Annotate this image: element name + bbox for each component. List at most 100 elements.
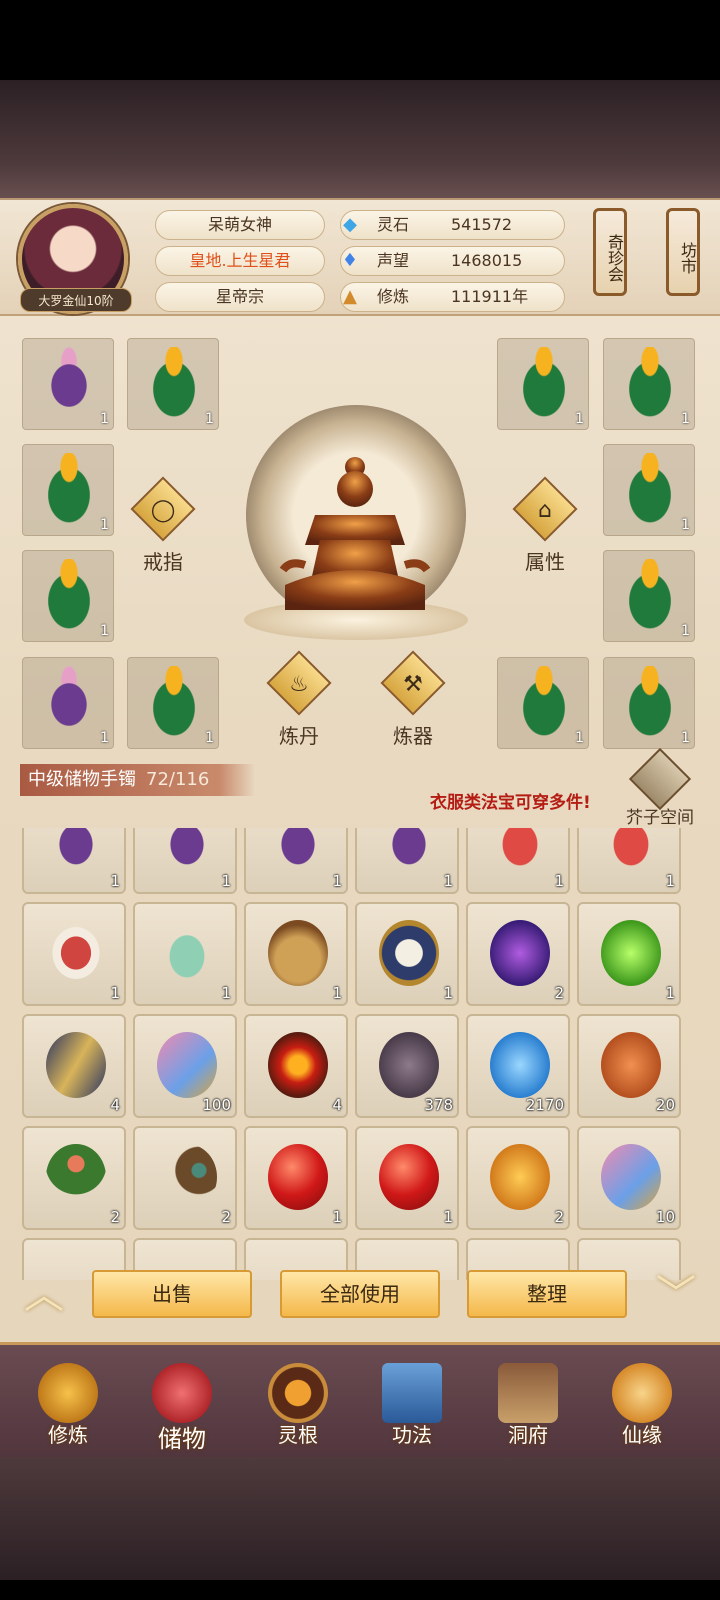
top-frame: [0, 80, 720, 200]
item-slot[interactable]: 2170: [466, 1014, 570, 1118]
item-slot[interactable]: 378: [355, 1014, 459, 1118]
nav-cultivate[interactable]: 修炼: [18, 1357, 118, 1457]
sort-button[interactable]: 整理: [467, 1270, 627, 1318]
equip-slot[interactable]: 1: [22, 550, 114, 642]
item-slot[interactable]: 2: [466, 1126, 570, 1230]
item-slot[interactable]: 1: [244, 902, 348, 1006]
item-slot[interactable]: 1: [22, 902, 126, 1006]
item-slot[interactable]: 10: [577, 1126, 681, 1230]
scroll-icon: [601, 1144, 661, 1210]
item-slot[interactable]: 20: [577, 1014, 681, 1118]
equip-slot[interactable]: 1: [22, 338, 114, 430]
gold-nugget-icon: [490, 1144, 550, 1210]
item-slot[interactable]: 1: [466, 828, 570, 894]
robe-icon: [618, 347, 682, 417]
equip-slot[interactable]: 1: [127, 657, 219, 749]
nav-destiny[interactable]: 仙缘: [592, 1357, 692, 1457]
item-slot[interactable]: 4: [244, 1014, 348, 1118]
spirit-root-icon: [268, 1363, 328, 1423]
robe-icon: [512, 347, 576, 417]
scroll-up-arrow-icon[interactable]: ︿: [14, 1270, 74, 1320]
item-slot[interactable]: 2: [22, 1126, 126, 1230]
robe-icon: [618, 559, 682, 629]
nav-manual[interactable]: 功法: [362, 1357, 462, 1457]
blue-crystal-icon: [490, 1032, 550, 1098]
anvil-icon: ⚒: [403, 672, 423, 697]
item-slot[interactable]: 4: [22, 1014, 126, 1118]
equip-slot[interactable]: 1: [22, 444, 114, 536]
item-slot[interactable]: 1: [244, 828, 348, 894]
use-all-button[interactable]: 全部使用: [280, 1270, 440, 1318]
equip-slot[interactable]: 1: [603, 657, 695, 749]
player-sect[interactable]: 星帝宗: [155, 282, 325, 312]
pouch-icon: [268, 920, 328, 986]
chest-icon: [628, 747, 692, 811]
ring-slot-button[interactable]: ◯ 戒指: [130, 476, 196, 574]
spirit-stone-icon: ◆: [343, 214, 357, 235]
gourd-icon: [612, 1363, 672, 1423]
item-slot[interactable]: 2: [466, 902, 570, 1006]
robe-icon: [46, 828, 106, 874]
item-slot[interactable]: 1: [355, 828, 459, 894]
equip-slot[interactable]: 1: [497, 338, 589, 430]
robe-icon: [37, 559, 101, 629]
equip-slot[interactable]: 1: [603, 444, 695, 536]
robe-icon: [37, 666, 101, 736]
item-slot[interactable]: 100: [133, 1014, 237, 1118]
sell-button[interactable]: 出售: [92, 1270, 252, 1318]
reputation-crystal-icon: ♦: [341, 250, 359, 271]
cultivation-stat: ▲ 修炼 111911年: [340, 282, 565, 312]
manual-book-icon: [382, 1363, 442, 1423]
red-robe-icon: [601, 828, 661, 874]
bottom-nav: 修炼 储物 灵根 功法 洞府 仙缘: [0, 1342, 720, 1457]
item-slot[interactable]: 1: [577, 902, 681, 1006]
item-slot[interactable]: 1: [133, 828, 237, 894]
meditation-icon: ▲: [343, 286, 357, 307]
talisman-icon: [46, 1032, 106, 1098]
spirit-stone-stat: ◆ 灵石 541572: [340, 210, 565, 240]
robe-icon: [142, 347, 206, 417]
item-slot[interactable]: 1: [133, 902, 237, 1006]
market-button[interactable]: 坊市: [666, 208, 700, 296]
red-orb-icon: [268, 1144, 328, 1210]
player-title[interactable]: 皇地.上生星君: [155, 246, 325, 276]
item-slot[interactable]: 1: [244, 1126, 348, 1230]
hat-icon: ⌂: [538, 498, 552, 523]
bottom-frame: [0, 1457, 720, 1580]
bag-capacity: 72/116: [146, 769, 210, 790]
equip-slot[interactable]: 1: [603, 550, 695, 642]
cave-house-icon: [498, 1363, 558, 1423]
nav-spirit-root[interactable]: 灵根: [248, 1357, 348, 1457]
equip-slot[interactable]: 1: [497, 657, 589, 749]
jade-pendant-icon: [601, 920, 661, 986]
treasure-auction-button[interactable]: 奇珍会: [593, 208, 627, 296]
mustard-space-button[interactable]: 芥子空间: [626, 747, 694, 828]
storage-bag-bar: 中级储物手镯 72/116: [20, 764, 255, 796]
item-slot[interactable]: 1: [355, 902, 459, 1006]
item-slot[interactable]: 1: [22, 828, 126, 894]
scroll-down-arrow-icon[interactable]: ﹀: [646, 1270, 706, 1320]
equip-slot[interactable]: 1: [22, 657, 114, 749]
item-slot[interactable]: 2: [133, 1126, 237, 1230]
robe-icon: [142, 666, 206, 736]
outfit-icon: [46, 920, 106, 986]
red-robe-icon: [490, 828, 550, 874]
item-slot[interactable]: 1: [577, 828, 681, 894]
purple-gem-icon: [490, 920, 550, 986]
fire-cauldron-icon: [268, 1032, 328, 1098]
cultivate-icon: [38, 1363, 98, 1423]
herb-icon: [46, 1144, 106, 1210]
robe-icon: [157, 828, 217, 874]
item-slot[interactable]: 1: [355, 1126, 459, 1230]
equip-slot[interactable]: 1: [603, 338, 695, 430]
nav-storage[interactable]: 储物: [132, 1357, 232, 1457]
alchemy-button[interactable]: ♨ 炼丹: [266, 650, 332, 748]
equip-slot[interactable]: 1: [127, 338, 219, 430]
meditating-character-silhouette: [279, 457, 431, 610]
attribute-button[interactable]: ⌂ 属性: [512, 476, 578, 574]
nav-cave-house[interactable]: 洞府: [478, 1357, 578, 1457]
equip-tip: 衣服类法宝可穿多件!: [430, 793, 591, 813]
forge-button[interactable]: ⚒ 炼器: [380, 650, 446, 748]
ring-icon: ◯: [150, 498, 176, 523]
robe-icon: [618, 453, 682, 523]
